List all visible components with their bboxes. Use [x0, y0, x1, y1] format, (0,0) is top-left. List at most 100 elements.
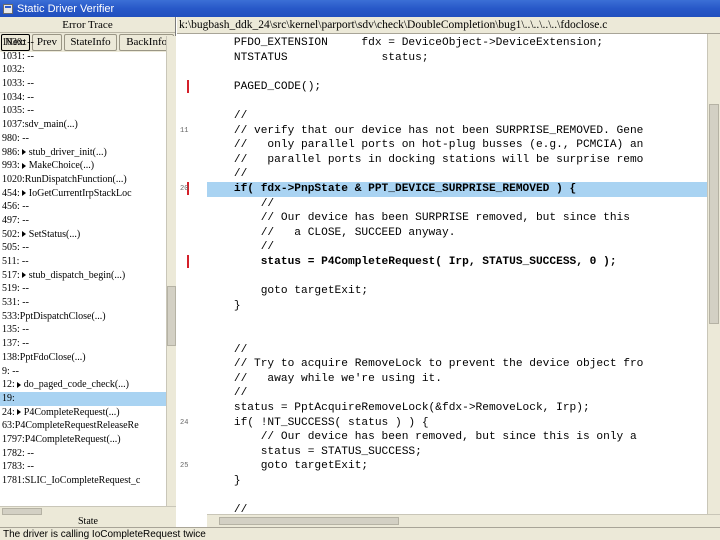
trace-row[interactable]: 456: --: [0, 200, 166, 214]
trace-marker-icon: [187, 255, 189, 268]
code-line[interactable]: // parallel ports in docking stations wi…: [207, 153, 707, 168]
code-line[interactable]: }: [207, 474, 707, 489]
trace-row[interactable]: 505: --: [0, 241, 166, 255]
code-line[interactable]: //: [207, 240, 707, 255]
code-line[interactable]: // a CLOSE, SUCCEED anyway.: [207, 226, 707, 241]
trace-vertical-scrollbar[interactable]: [166, 36, 176, 514]
trace-row[interactable]: 1030: --: [0, 36, 166, 50]
trace-row[interactable]: 1033: --: [0, 77, 166, 91]
trace-row-text: 135: --: [2, 324, 29, 336]
trace-row-text: 980: --: [2, 132, 29, 144]
trace-row[interactable]: 1797:P4CompleteRequest(...): [0, 433, 166, 447]
code-vertical-scrollbar[interactable]: [707, 34, 720, 514]
gutter-line-number: 11: [180, 126, 189, 135]
code-line[interactable]: //: [207, 197, 707, 212]
trace-row[interactable]: 517: stub_dispatch_begin(...): [0, 269, 166, 283]
code-line[interactable]: // away while we're using it.: [207, 372, 707, 387]
trace-row-label: stub_dispatch_begin(...): [28, 269, 126, 281]
code-line[interactable]: [207, 94, 707, 109]
trace-row[interactable]: 63:P4CompleteRequestReleaseRe: [0, 419, 166, 433]
gutter-line-number: 20: [180, 185, 189, 193]
trace-row-text: 505: --: [2, 242, 29, 254]
trace-row[interactable]: 1781:SLIC_IoCompleteRequest_c: [0, 474, 166, 488]
code-vscroll-thumb[interactable]: [709, 104, 719, 324]
trace-row-text: 993:: [2, 160, 20, 172]
trace-row[interactable]: 454: IoGetCurrentIrpStackLoc: [0, 187, 166, 201]
expand-arrow-icon[interactable]: [16, 381, 21, 388]
trace-hscroll-thumb[interactable]: [2, 508, 42, 515]
code-line[interactable]: PFDO_EXTENSION fdx = DeviceObject->Devic…: [207, 36, 707, 51]
trace-vscroll-thumb[interactable]: [167, 286, 176, 346]
code-line[interactable]: status = P4CompleteRequest( Irp, STATUS_…: [207, 255, 707, 270]
expand-arrow-icon[interactable]: [21, 190, 26, 197]
trace-row[interactable]: 511: --: [0, 255, 166, 269]
trace-row[interactable]: 502: SetStatus(...): [0, 228, 166, 242]
trace-row[interactable]: 993: MakeChoice(...): [0, 159, 166, 173]
trace-row[interactable]: 1020:RunDispatchFunction(...): [0, 173, 166, 187]
trace-row[interactable]: 9: --: [0, 365, 166, 379]
trace-row-label: stub_driver_init(...): [28, 146, 107, 158]
code-line[interactable]: [207, 328, 707, 343]
code-horizontal-scrollbar[interactable]: [207, 514, 720, 527]
trace-row-text: 986:: [2, 146, 20, 158]
code-line[interactable]: // Our device has been removed, but sinc…: [207, 430, 707, 445]
expand-arrow-icon[interactable]: [21, 231, 26, 238]
trace-row-text: 1783: --: [2, 461, 34, 473]
trace-row-text: 531: --: [2, 297, 29, 309]
code-line[interactable]: // verify that our device has not been S…: [207, 124, 707, 139]
code-line[interactable]: // only parallel ports on hot-plug busse…: [207, 138, 707, 153]
code-line[interactable]: goto targetExit;: [207, 284, 707, 299]
trace-row[interactable]: 1034: --: [0, 91, 166, 105]
trace-row-label: do_paged_code_check(...): [23, 379, 130, 391]
code-line[interactable]: //: [207, 386, 707, 401]
error-trace-list[interactable]: 1030: -- 1031: -- 1032: 1033: -- 1034: -- 103…: [0, 36, 166, 514]
trace-row[interactable]: 1035: --: [0, 104, 166, 118]
trace-row[interactable]: 138:PptFdoClose(...): [0, 351, 166, 365]
expand-arrow-icon[interactable]: [16, 409, 21, 416]
trace-row[interactable]: 1032:: [0, 63, 166, 77]
gutter-line-number: 24: [180, 418, 189, 427]
trace-row[interactable]: 1037:sdv_main(...): [0, 118, 166, 132]
code-line[interactable]: //: [207, 343, 707, 358]
code-line[interactable]: //: [207, 503, 707, 514]
expand-arrow-icon[interactable]: [21, 149, 26, 156]
current-code-line[interactable]: if( fdx->PnpState & PPT_DEVICE_SURPRISE_…: [207, 182, 707, 197]
trace-row[interactable]: 137: --: [0, 337, 166, 351]
trace-horizontal-scrollbar[interactable]: [0, 506, 176, 516]
code-line[interactable]: [207, 65, 707, 80]
status-bar: The driver is calling IoCompleteRequest …: [0, 527, 720, 540]
code-line[interactable]: [207, 489, 707, 504]
trace-row[interactable]: 24: P4CompleteRequest(...): [0, 406, 166, 420]
trace-row[interactable]: 531: --: [0, 296, 166, 310]
code-line[interactable]: status = STATUS_SUCCESS;: [207, 445, 707, 460]
expand-arrow-icon[interactable]: [21, 162, 26, 169]
code-line[interactable]: PAGED_CODE();: [207, 80, 707, 95]
trace-row[interactable]: 135: --: [0, 323, 166, 337]
code-line[interactable]: [207, 270, 707, 285]
code-line[interactable]: goto targetExit;: [207, 459, 707, 474]
code-hscroll-thumb[interactable]: [219, 517, 399, 525]
code-line[interactable]: //: [207, 167, 707, 182]
trace-row[interactable]: 497: --: [0, 214, 166, 228]
trace-row[interactable]: 1782: --: [0, 447, 166, 461]
trace-row[interactable]: 986: stub_driver_init(...): [0, 146, 166, 160]
code-line[interactable]: }: [207, 299, 707, 314]
trace-row[interactable]: 19:: [0, 391, 166, 406]
trace-row[interactable]: 519: --: [0, 282, 166, 296]
code-line[interactable]: // Our device has been SURPRISE removed,…: [207, 211, 707, 226]
code-line[interactable]: [207, 313, 707, 328]
expand-arrow-icon[interactable]: [21, 272, 26, 279]
trace-row[interactable]: 533:PptDispatchClose(...): [0, 310, 166, 324]
trace-row[interactable]: 980: --: [0, 132, 166, 146]
code-line[interactable]: NTSTATUS status;: [207, 51, 707, 66]
code-line[interactable]: status = PptAcquireRemoveLock(&fdx->Remo…: [207, 401, 707, 416]
code-line[interactable]: if( !NT_SUCCESS( status ) ) {: [207, 416, 707, 431]
trace-row-text: 533:PptDispatchClose(...): [2, 310, 106, 322]
trace-row[interactable]: 1031: --: [0, 50, 166, 64]
trace-row-text: 63:P4CompleteRequestReleaseRe: [2, 420, 139, 432]
code-line[interactable]: //: [207, 109, 707, 124]
code-line[interactable]: // Try to acquire RemoveLock to prevent …: [207, 357, 707, 372]
trace-row[interactable]: 12: do_paged_code_check(...): [0, 378, 166, 392]
trace-row[interactable]: 1783: --: [0, 460, 166, 474]
source-code-view[interactable]: PFDO_EXTENSION fdx = DeviceObject->Devic…: [207, 34, 707, 514]
